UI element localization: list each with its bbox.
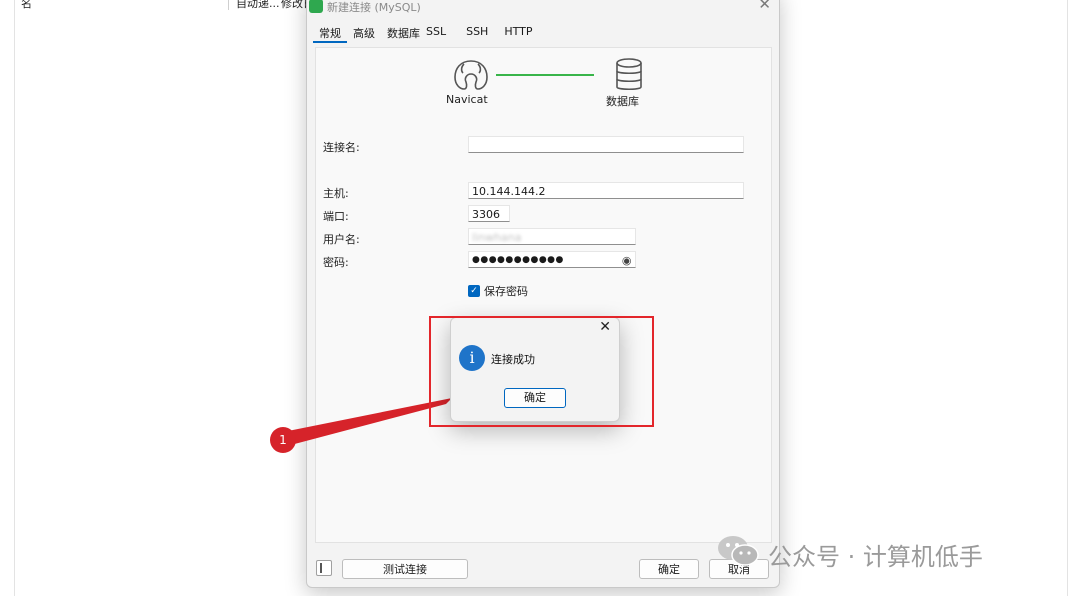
- tab-ssh[interactable]: SSH: [452, 23, 494, 43]
- navicat-label: Navicat: [446, 93, 488, 106]
- navicat-app-icon: [309, 0, 323, 13]
- port-input[interactable]: 3306: [468, 205, 510, 222]
- username-value: linwhana: [472, 231, 522, 244]
- password-value: ●●●●●●●●●●●: [472, 255, 564, 265]
- ok-button[interactable]: 确定: [639, 559, 699, 579]
- save-password-label: 保存密码: [484, 285, 528, 298]
- password-label: 密码:: [323, 256, 349, 269]
- database-icon: [616, 58, 642, 91]
- tab-general[interactable]: 常规: [313, 23, 347, 43]
- host-label: 主机:: [323, 187, 349, 200]
- password-input[interactable]: ●●●●●●●●●●● ◉: [468, 251, 636, 268]
- watermark-text: 公众号 · 计算机低手: [768, 543, 983, 571]
- show-password-eye-icon[interactable]: ◉: [622, 252, 632, 269]
- new-connection-dialog: 新建连接 (MySQL) ✕ 常规 高级 数据库 SSL SSH HTTP Na…: [306, 0, 780, 588]
- wechat-watermark-icon: [718, 536, 759, 566]
- bg-column-autoinc: 自动递...: [236, 0, 280, 10]
- database-label: 数据库: [606, 95, 639, 108]
- connection-name-input[interactable]: [468, 136, 744, 153]
- general-tab-content: Navicat 数据库 连接名: 主机: 10.144.144.2 端口: 33…: [315, 47, 772, 543]
- connection-name-label: 连接名:: [323, 141, 360, 154]
- tab-ssl[interactable]: SSL: [426, 23, 452, 43]
- host-input[interactable]: 10.144.144.2: [468, 182, 744, 199]
- navicat-logo-icon: [454, 60, 488, 90]
- test-connection-button[interactable]: 测试连接: [342, 559, 468, 579]
- port-label: 端口:: [323, 210, 349, 223]
- tab-http[interactable]: HTTP: [494, 23, 538, 43]
- username-input[interactable]: linwhana: [468, 228, 636, 245]
- dialog-titlebar: 新建连接 (MySQL) ✕: [307, 0, 779, 14]
- annotation-highlight-box: [429, 316, 654, 427]
- dialog-tabs: 常规 高级 数据库 SSL SSH HTTP: [313, 23, 539, 43]
- save-password-checkbox[interactable]: ✓: [468, 285, 480, 297]
- dialog-close-icon[interactable]: ✕: [758, 0, 771, 13]
- panel-toggle-icon[interactable]: [316, 560, 332, 576]
- tab-database[interactable]: 数据库: [381, 23, 426, 43]
- annotation-number-badge: 1: [270, 427, 296, 453]
- tab-advanced[interactable]: 高级: [347, 23, 381, 43]
- bg-column-name: 名: [21, 0, 32, 10]
- bg-column-divider: [228, 0, 229, 10]
- username-label: 用户名:: [323, 233, 360, 246]
- connection-line: [496, 74, 594, 76]
- dialog-title: 新建连接 (MySQL): [327, 1, 421, 14]
